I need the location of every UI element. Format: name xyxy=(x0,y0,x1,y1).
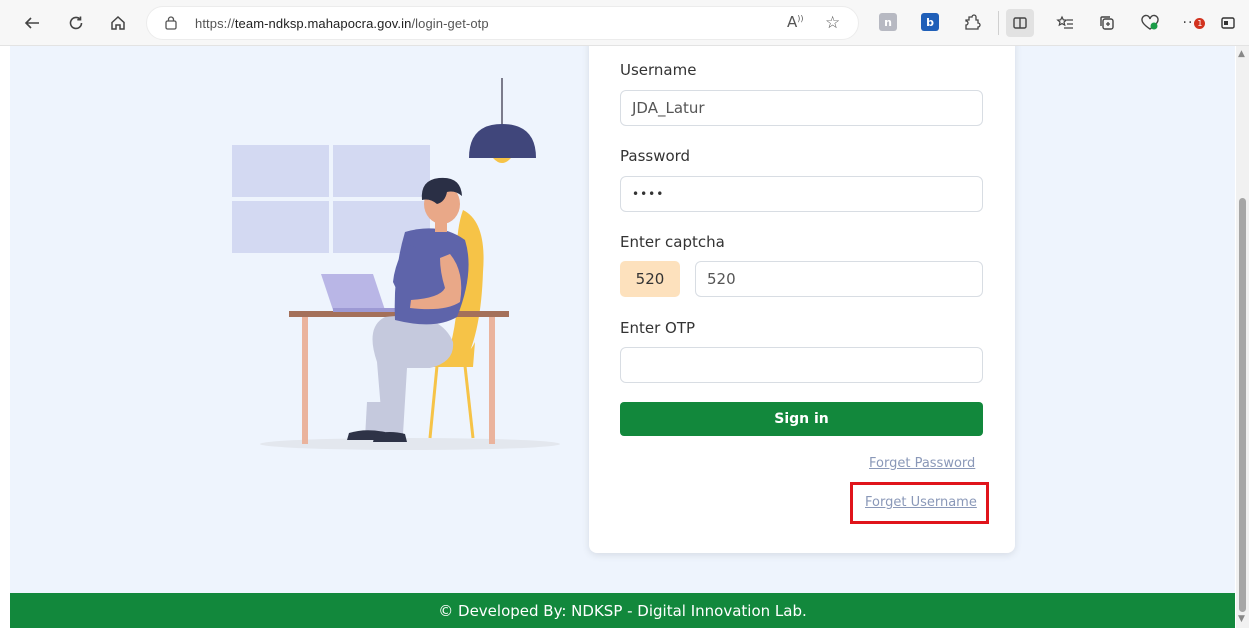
more-icon[interactable]: ·· 1 xyxy=(1180,9,1208,37)
toolbar-separator xyxy=(998,11,999,35)
captcha-code: 520 xyxy=(620,261,680,297)
sign-in-button[interactable]: Sign in xyxy=(620,402,983,436)
login-card: Username JDA_Latur Password •••• Enter c… xyxy=(589,46,1015,553)
refresh-icon[interactable] xyxy=(62,9,90,37)
username-label: Username xyxy=(620,61,697,79)
split-screen-icon[interactable] xyxy=(1006,9,1034,37)
back-icon[interactable] xyxy=(18,9,46,37)
person-at-desk-illustration xyxy=(232,78,560,450)
footer: © Developed By: NDKSP - Digital Innovati… xyxy=(10,593,1235,628)
url-path: /login-get-otp xyxy=(411,16,489,31)
collections-icon[interactable] xyxy=(1093,9,1121,37)
sidebar-icon[interactable] xyxy=(1214,9,1242,37)
extension-icon[interactable]: n xyxy=(879,13,897,31)
scroll-up-icon[interactable]: ▲ xyxy=(1238,49,1245,59)
password-label: Password xyxy=(620,147,691,165)
password-field[interactable]: •••• xyxy=(620,176,983,212)
url-domain: team-ndksp.mahapocra.gov.in xyxy=(234,16,412,31)
performance-icon[interactable] xyxy=(1136,9,1164,37)
favorite-star-icon[interactable]: ☆ xyxy=(825,13,840,33)
captcha-input[interactable]: 520 xyxy=(695,261,983,297)
favorites-list-icon[interactable] xyxy=(1051,9,1079,37)
scroll-down-icon[interactable]: ▼ xyxy=(1238,614,1245,624)
read-aloud-icon[interactable]: A)) xyxy=(787,13,804,31)
highlight-box xyxy=(850,482,989,524)
vertical-scrollbar[interactable]: ▲ ▼ xyxy=(1236,46,1249,628)
address-bar[interactable]: https://team-ndksp.mahapocra.gov.in/logi… xyxy=(146,6,859,40)
url-text: https://team-ndksp.mahapocra.gov.in/logi… xyxy=(195,16,489,31)
forget-password-link[interactable]: Forget Password xyxy=(869,456,975,471)
url-prefix: https:// xyxy=(195,16,235,31)
otp-label: Enter OTP xyxy=(620,319,696,337)
puzzle-icon[interactable] xyxy=(958,9,986,37)
page-content: Username JDA_Latur Password •••• Enter c… xyxy=(10,46,1235,628)
username-field[interactable]: JDA_Latur xyxy=(620,90,983,126)
home-icon[interactable] xyxy=(104,9,132,37)
notification-badge: 1 xyxy=(1194,17,1206,29)
browser-toolbar: https://team-ndksp.mahapocra.gov.in/logi… xyxy=(0,0,1249,46)
site-info-icon[interactable] xyxy=(163,15,179,31)
captcha-label: Enter captcha xyxy=(620,233,725,251)
extension-icon[interactable]: b xyxy=(921,13,939,31)
otp-field[interactable] xyxy=(620,347,983,383)
read-aloud-label: A xyxy=(787,13,798,31)
scrollbar-thumb[interactable] xyxy=(1239,198,1246,612)
